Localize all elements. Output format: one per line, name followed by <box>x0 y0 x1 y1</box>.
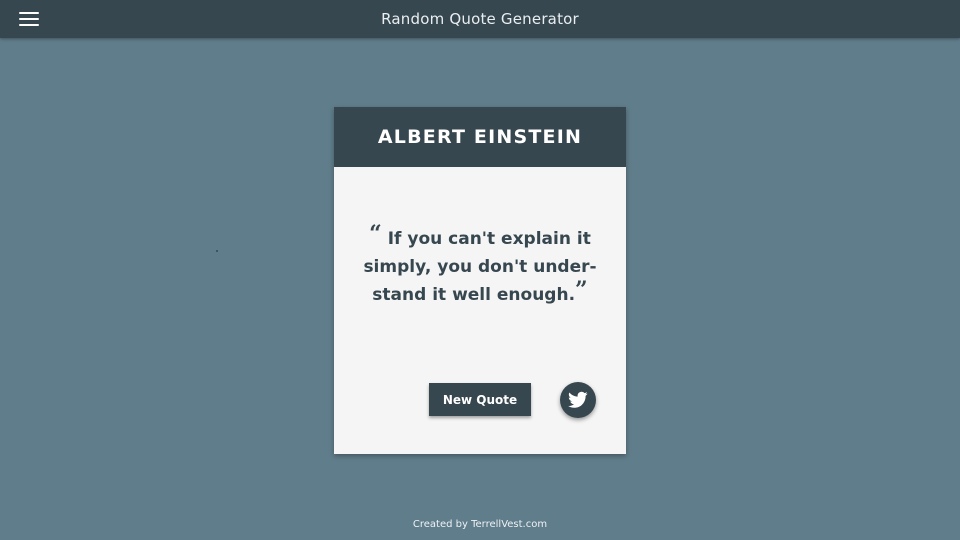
menu-line <box>19 12 39 14</box>
hamburger-menu-icon[interactable] <box>19 12 39 26</box>
close-quote-mark: ” <box>575 277 588 303</box>
quote-text: If you can't explain it simply, you don'… <box>363 229 597 305</box>
footer-credit: Created by TerrellVest.com <box>412 519 548 530</box>
app-title: Random Quote Generator <box>381 10 579 28</box>
open-quote-mark: “ <box>369 221 382 247</box>
card-header: ALBERT EINSTEIN <box>334 107 626 167</box>
new-quote-button[interactable]: New Quote <box>429 383 531 416</box>
quote-author: ALBERT EINSTEIN <box>377 126 583 148</box>
background-speck <box>216 250 218 252</box>
quote-card: ALBERT EINSTEIN “ If you can't explain i… <box>334 107 626 454</box>
menu-line <box>19 18 39 20</box>
quote-text-block: “ If you can't explain it simply, you do… <box>360 223 600 309</box>
menu-line <box>19 24 39 26</box>
twitter-icon <box>568 391 588 408</box>
tweet-button[interactable] <box>560 382 596 418</box>
app-bar: Random Quote Generator <box>0 0 960 38</box>
